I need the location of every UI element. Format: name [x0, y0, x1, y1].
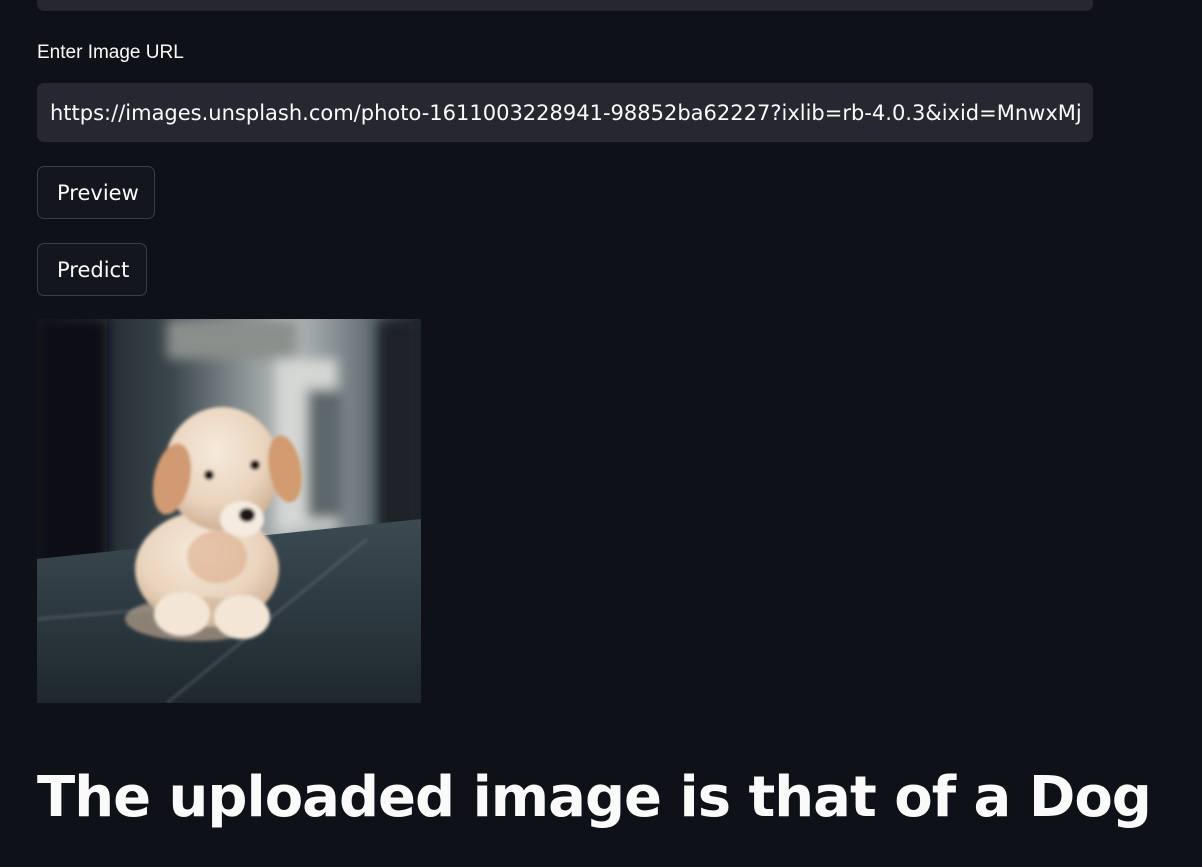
- prediction-result-heading: The uploaded image is that of a Dog: [37, 765, 1152, 830]
- url-input-label: Enter Image URL: [37, 42, 184, 63]
- previous-input-field[interactable]: [37, 0, 1093, 11]
- image-url-input[interactable]: [37, 83, 1093, 142]
- predict-button[interactable]: Predict: [37, 243, 147, 296]
- app-page: Enter Image URL Preview Predict: [0, 0, 1202, 867]
- preview-button[interactable]: Preview: [37, 166, 155, 219]
- preview-image: [37, 319, 421, 703]
